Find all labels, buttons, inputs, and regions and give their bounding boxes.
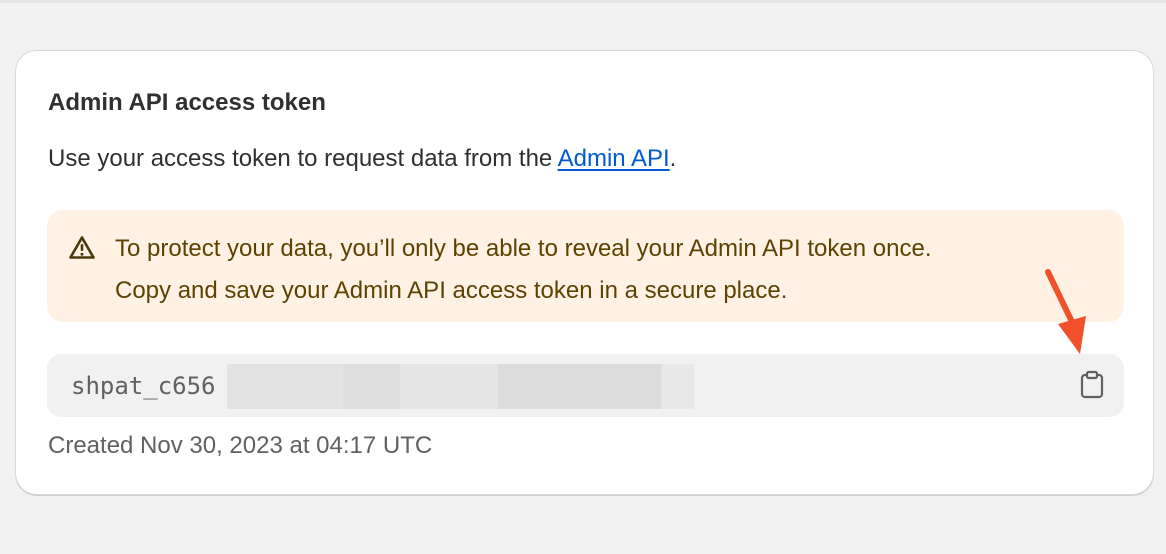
copy-token-button[interactable] — [1074, 367, 1110, 403]
description-suffix: . — [669, 145, 677, 172]
annotation-arrow-icon — [1045, 269, 1086, 354]
admin-api-link[interactable]: Admin API — [558, 145, 670, 172]
warning-banner-line-1: To protect your data, you’ll only be abl… — [115, 235, 932, 262]
access-token-card: Admin API access token Use your access t… — [15, 50, 1154, 495]
access-token-value[interactable]: shpat_c656 — [71, 371, 231, 401]
token-redaction — [227, 364, 694, 409]
token-created-timestamp: Created Nov 30, 2023 at 04:17 UTC — [48, 432, 433, 459]
description-text: Use your access token to request data fr… — [48, 145, 558, 172]
access-token-field[interactable]: shpat_c656 — [47, 354, 1124, 417]
warning-banner-line-2: Copy and save your Admin API access toke… — [115, 277, 788, 304]
card-title: Admin API access token — [48, 89, 326, 116]
warning-banner: To protect your data, you’ll only be abl… — [47, 210, 1124, 322]
warning-triangle-icon — [69, 236, 95, 259]
card-description: Use your access token to request data fr… — [48, 143, 676, 175]
top-divider — [0, 0, 1166, 3]
clipboard-icon — [1080, 370, 1104, 399]
